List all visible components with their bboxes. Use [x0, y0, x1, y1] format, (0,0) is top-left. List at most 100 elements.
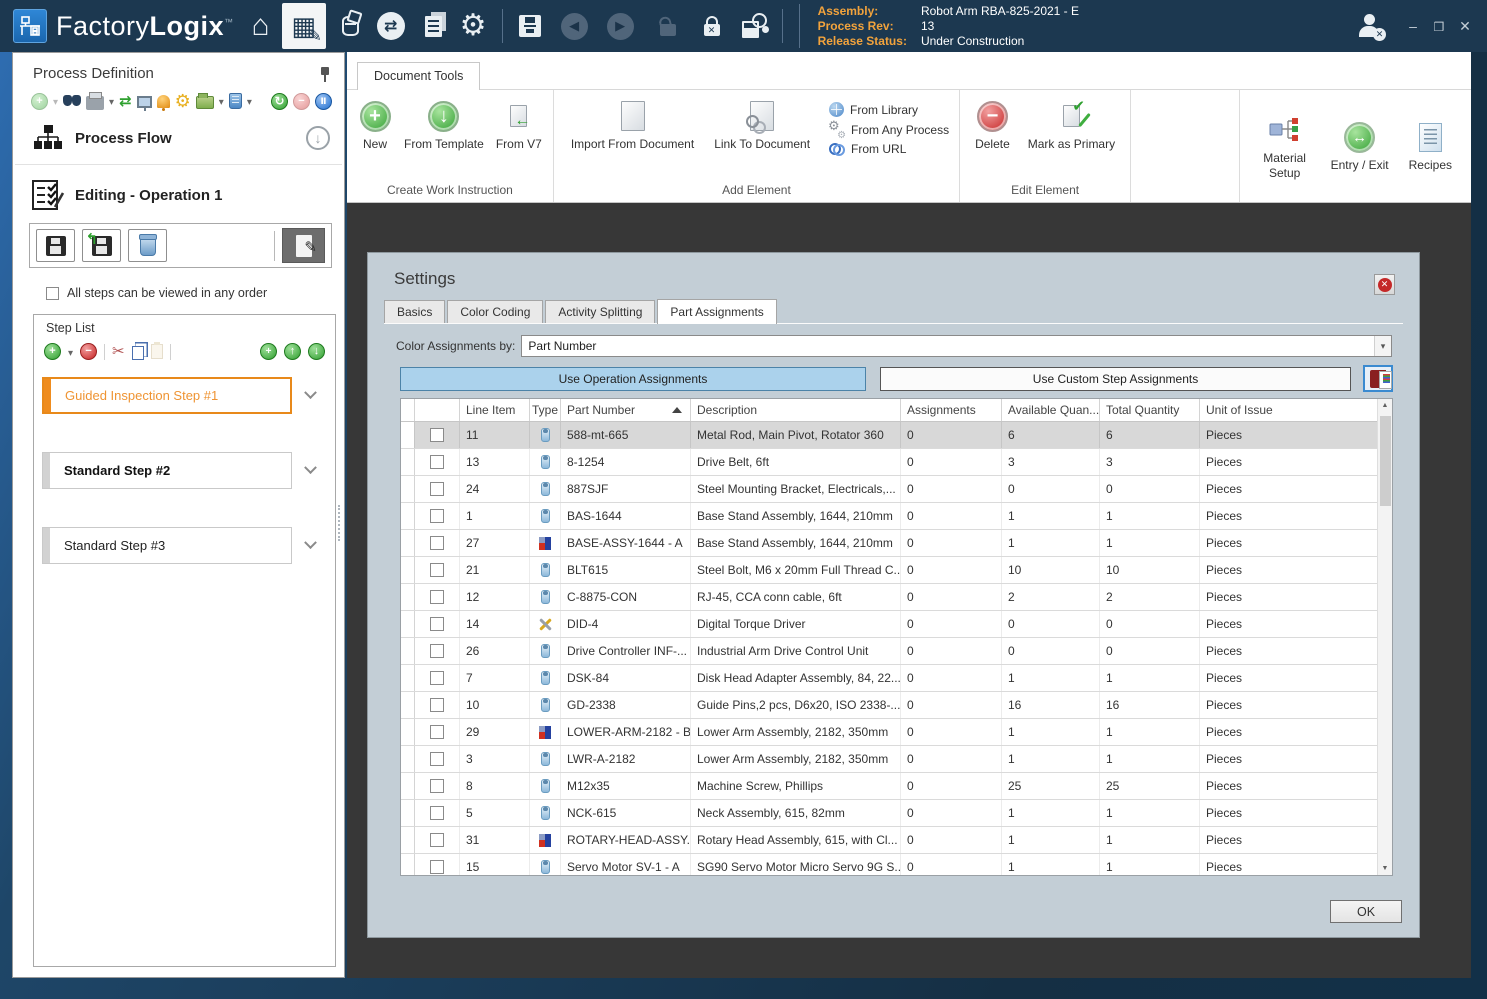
remove-step-icon[interactable] — [80, 343, 98, 360]
row-checkbox[interactable] — [430, 590, 444, 604]
row-checkbox[interactable] — [430, 617, 444, 631]
row-checkbox[interactable] — [430, 563, 444, 577]
add-step-icon[interactable] — [44, 343, 61, 360]
from-library-button[interactable]: From Library — [825, 100, 953, 119]
remove-icon[interactable] — [293, 92, 310, 110]
column-total-quantity[interactable]: Total Quantity — [1100, 399, 1200, 421]
process-editor-icon[interactable] — [281, 3, 326, 49]
save-operation-button[interactable] — [36, 229, 75, 262]
sync-icon[interactable] — [376, 12, 405, 40]
column-unit-of-issue[interactable]: Unit of Issue — [1200, 399, 1379, 421]
step-item-guided-inspection[interactable]: Guided Inspection Step #1 — [42, 377, 327, 414]
table-row[interactable]: 5 NCK-615 Neck Assembly, 615, 82mm 0 1 1… — [401, 800, 1392, 827]
table-row[interactable]: 29 LOWER-ARM-2182 - B Lower Arm Assembly… — [401, 719, 1392, 746]
find-icon[interactable] — [63, 95, 82, 107]
tab-basics[interactable]: Basics — [384, 300, 446, 323]
table-row[interactable]: 10 GD-2338 Guide Pins,2 pcs, D6x20, ISO … — [401, 692, 1392, 719]
move-up-icon[interactable] — [284, 343, 301, 360]
recycle-icon[interactable] — [228, 93, 242, 109]
home-icon[interactable] — [252, 11, 270, 41]
column-assignments[interactable]: Assignments — [901, 399, 1002, 421]
table-row[interactable]: 24 887SJF Steel Mounting Bracket, Electr… — [401, 476, 1392, 503]
step-item-standard-3[interactable]: Standard Step #3 — [42, 527, 327, 564]
table-row[interactable]: 31 ROTARY-HEAD-ASSY... Rotary Head Assem… — [401, 827, 1392, 854]
table-row[interactable]: 1 BAS-1644 Base Stand Assembly, 1644, 21… — [401, 503, 1392, 530]
zoom-add-icon[interactable] — [260, 343, 277, 360]
copy-icon[interactable] — [131, 346, 144, 360]
row-checkbox[interactable] — [430, 779, 444, 793]
add-icon[interactable] — [31, 92, 48, 110]
column-type[interactable]: Type — [530, 399, 561, 421]
table-row[interactable]: 8 M12x35 Machine Screw, Phillips 0 25 25… — [401, 773, 1392, 800]
back-icon[interactable]: ◀ — [560, 12, 588, 40]
maximize-button[interactable] — [1431, 18, 1447, 34]
row-checkbox[interactable] — [430, 644, 444, 658]
recycle-dropdown-icon[interactable] — [247, 92, 252, 110]
tab-color-coding[interactable]: Color Coding — [447, 300, 544, 323]
from-template-button[interactable]: ↓ From Template — [399, 98, 489, 151]
row-checkbox[interactable] — [430, 482, 444, 496]
tab-document-tools[interactable]: Document Tools — [357, 62, 481, 90]
from-v7-button[interactable]: From V7 — [491, 98, 547, 151]
row-checkbox[interactable] — [430, 725, 444, 739]
forward-icon[interactable]: ▶ — [606, 12, 634, 40]
pause-icon[interactable] — [315, 92, 332, 110]
delete-operation-button[interactable] — [128, 229, 167, 262]
step-item-standard-2[interactable]: Standard Step #2 — [42, 452, 327, 489]
color-assignments-select[interactable]: Part Number — [521, 335, 1392, 357]
save-as-button[interactable]: ↰ — [82, 229, 121, 262]
from-any-process-button[interactable]: From Any Process — [825, 118, 953, 141]
row-checkbox[interactable] — [430, 509, 444, 523]
row-checkbox[interactable] — [430, 806, 444, 820]
library-icon[interactable] — [195, 93, 214, 109]
column-available-quantity[interactable]: Available Quan... — [1002, 399, 1100, 421]
tab-activity-splitting[interactable]: Activity Splitting — [545, 300, 656, 323]
column-description[interactable]: Description — [691, 399, 901, 421]
table-row[interactable]: 21 BLT615 Steel Bolt, M6 x 20mm Full Thr… — [401, 557, 1392, 584]
ok-button[interactable]: OK — [1330, 900, 1402, 923]
row-checkbox[interactable] — [430, 536, 444, 550]
save-icon[interactable] — [518, 15, 541, 37]
settings-icon[interactable] — [460, 11, 487, 41]
column-part-number[interactable]: Part Number — [561, 399, 691, 421]
table-row[interactable]: 15 Servo Motor SV-1 - A SG90 Servo Motor… — [401, 854, 1392, 875]
table-row[interactable]: 11 588-mt-665 Metal Rod, Main Pivot, Rot… — [401, 422, 1392, 449]
minimize-button[interactable] — [1405, 18, 1421, 34]
user-logout-icon[interactable]: ✕ — [1359, 14, 1386, 41]
row-checkbox[interactable] — [430, 671, 444, 685]
presentation-icon[interactable] — [136, 96, 152, 111]
use-operation-assignments-button[interactable]: Use Operation Assignments — [400, 367, 866, 391]
use-custom-step-assignments-button[interactable]: Use Custom Step Assignments — [880, 367, 1351, 391]
from-url-button[interactable]: From URL — [825, 140, 953, 158]
new-button[interactable]: + New — [353, 98, 397, 151]
materials-icon[interactable] — [341, 16, 359, 36]
chevron-down-icon[interactable] — [304, 536, 317, 550]
table-row[interactable]: 3 LWR-A-2182 Lower Arm Assembly, 2182, 3… — [401, 746, 1392, 773]
delete-element-button[interactable]: − Delete — [970, 98, 1015, 151]
print-icon[interactable] — [86, 91, 105, 110]
collapse-icon[interactable] — [306, 126, 330, 150]
add-dropdown-icon[interactable] — [53, 92, 58, 110]
table-row[interactable]: 13 8-1254 Drive Belt, 6ft 0 3 3 Pieces — [401, 449, 1392, 476]
table-row[interactable]: 14 DID-4 Digital Torque Driver 0 0 0 Pie… — [401, 611, 1392, 638]
row-checkbox[interactable] — [430, 833, 444, 847]
library-dropdown-icon[interactable] — [219, 92, 224, 110]
row-checkbox[interactable] — [430, 752, 444, 766]
process-flow-header[interactable]: Process Flow — [13, 110, 344, 152]
row-checkbox[interactable] — [430, 698, 444, 712]
any-order-checkbox[interactable] — [46, 286, 59, 300]
pin-icon[interactable] — [318, 66, 332, 82]
tab-part-assignments[interactable]: Part Assignments — [657, 299, 777, 324]
chevron-down-icon[interactable] — [304, 461, 317, 475]
table-row[interactable]: 27 BASE-ASSY-1644 - A Base Stand Assembl… — [401, 530, 1392, 557]
material-setup-button[interactable]: Material Setup — [1254, 112, 1316, 180]
add-step-dropdown-icon[interactable] — [68, 343, 73, 361]
entry-exit-button[interactable]: Entry / Exit — [1326, 119, 1394, 172]
refresh-icon[interactable] — [271, 92, 288, 110]
row-checkbox[interactable] — [430, 455, 444, 469]
print-dropdown-icon[interactable] — [109, 92, 114, 110]
cut-icon[interactable] — [112, 342, 125, 361]
close-button[interactable] — [1457, 18, 1473, 35]
splitter-grip[interactable] — [338, 505, 343, 541]
recipes-button[interactable]: Recipes — [1404, 119, 1457, 172]
